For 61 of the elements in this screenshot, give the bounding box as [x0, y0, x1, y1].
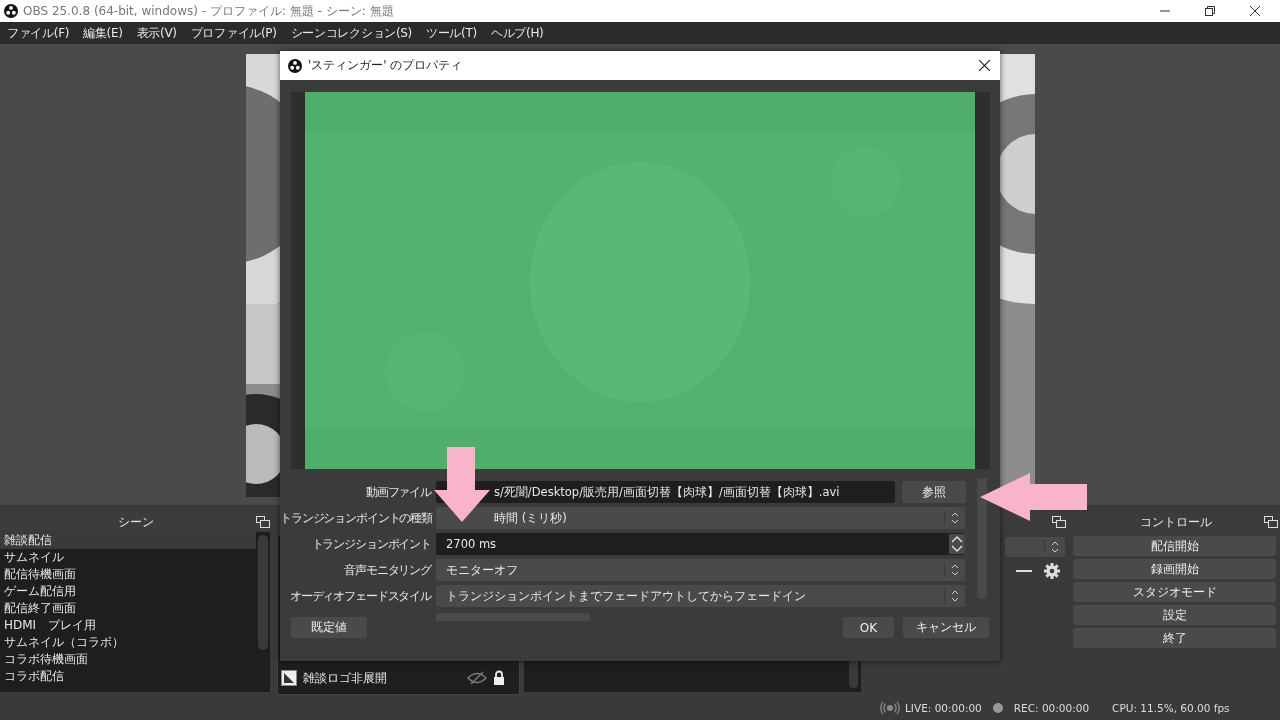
- image-icon: [281, 670, 297, 686]
- record-dot-icon: [992, 702, 1003, 713]
- menu-item[interactable]: ヘルプ(H): [490, 24, 544, 42]
- spinner-arrows-icon[interactable]: [949, 534, 965, 554]
- field-label: トランジションポイントの種類: [280, 510, 431, 527]
- spin-box[interactable]: 2700 ms: [436, 533, 965, 555]
- field-label: 音声モニタリング: [343, 562, 431, 579]
- scene-item[interactable]: コラボ配信: [0, 668, 256, 685]
- undock-icon[interactable]: [1264, 516, 1278, 528]
- scene-item[interactable]: 雑談配信: [0, 532, 256, 549]
- defaults-button[interactable]: 既定値: [291, 617, 367, 638]
- file-path-field[interactable]: s/死闇/Desktop/販売用/画面切替【肉球】/画面切替【肉球】.avi: [436, 481, 895, 503]
- lock-icon[interactable]: [493, 670, 505, 686]
- field-label: トランジションポイント: [310, 536, 431, 553]
- menu-item[interactable]: 表示(V): [136, 24, 177, 42]
- control-button[interactable]: 録画開始: [1073, 559, 1276, 579]
- menu-item[interactable]: プロファイル(P): [190, 24, 277, 42]
- window-title: OBS 25.0.8 (64-bit, windows) - プロファイル: 無題 - シーン: 無題: [23, 2, 394, 20]
- browse-button[interactable]: 参照: [902, 481, 966, 503]
- scrollbar[interactable]: [977, 478, 987, 599]
- undock-icon[interactable]: [256, 516, 270, 528]
- eye-off-icon[interactable]: [467, 671, 487, 685]
- control-button[interactable]: 終了: [1073, 628, 1276, 648]
- scene-item[interactable]: 配信待機画面: [0, 566, 256, 583]
- maximize-icon[interactable]: [1205, 6, 1215, 16]
- settings-icon[interactable]: [1044, 563, 1060, 579]
- scene-item[interactable]: HDMI プレイ用: [0, 617, 256, 634]
- broadcast-icon: [880, 700, 900, 715]
- cpu-status: CPU: 11.5%, 60.00 fps: [1112, 701, 1230, 714]
- dialog-title: 'スティンガー' のプロパティ: [308, 57, 463, 74]
- field-label: 動画ファイル: [364, 484, 431, 501]
- source-name[interactable]: 雑談ロゴ非展開: [303, 669, 461, 687]
- app-logo-icon: [288, 58, 302, 73]
- dropdown[interactable]: モニターオフ: [436, 559, 965, 581]
- menu-item[interactable]: 編集(E): [83, 24, 123, 42]
- close-icon[interactable]: [1250, 6, 1260, 16]
- rec-status: REC: 00:00:00: [1013, 701, 1090, 714]
- dropdown[interactable]: 時間 (ミリ秒): [436, 507, 965, 529]
- menu-item[interactable]: ファイル(F): [7, 24, 70, 42]
- panel-title: コントロール: [1139, 513, 1212, 531]
- scene-item[interactable]: 配信終了画面: [0, 600, 256, 617]
- scrollbar[interactable]: [258, 535, 268, 650]
- scene-item[interactable]: サムネイル（コラボ）: [0, 634, 256, 651]
- control-button[interactable]: 設定: [1073, 605, 1276, 625]
- minus-icon[interactable]: [1016, 569, 1032, 573]
- cancel-button[interactable]: キャンセル: [903, 617, 989, 638]
- app-logo-icon: [4, 4, 18, 18]
- live-status: LIVE: 00:00:00: [905, 701, 982, 714]
- menu-item[interactable]: ツール(T): [426, 24, 477, 42]
- menu-item[interactable]: シーンコレクション(S): [290, 24, 412, 42]
- scene-item[interactable]: サムネイル: [0, 549, 256, 566]
- ok-button[interactable]: OK: [843, 617, 894, 638]
- undock-icon[interactable]: [1052, 516, 1066, 528]
- dropdown[interactable]: トランジションポイントまでフェードアウトしてからフェードイン: [436, 585, 965, 607]
- scene-item[interactable]: コラボ待機画面: [0, 651, 256, 668]
- close-icon[interactable]: [979, 60, 990, 71]
- scene-item[interactable]: ゲーム配信用: [0, 583, 256, 600]
- panel-title: シーン: [118, 513, 154, 531]
- control-button[interactable]: 配信開始: [1073, 536, 1276, 556]
- control-button[interactable]: スタジオモード: [1073, 582, 1276, 602]
- field-label: オーディオフェードスタイル: [288, 588, 431, 605]
